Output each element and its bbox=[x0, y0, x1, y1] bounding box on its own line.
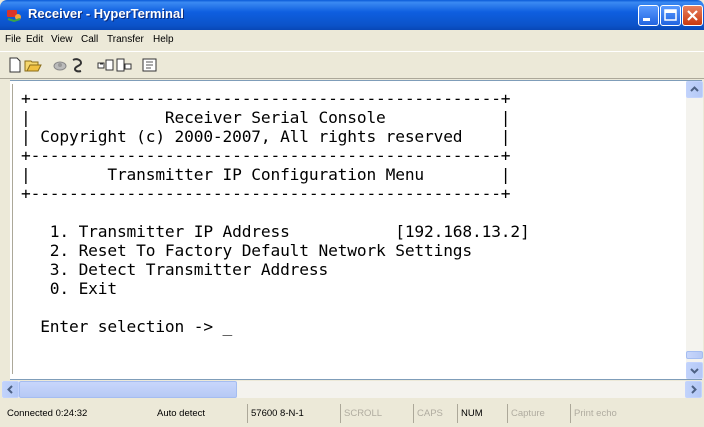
toolbar bbox=[0, 51, 704, 79]
caps-lock-indicator: CAPS bbox=[413, 404, 453, 423]
terminal-line: | Receiver Serial Console | bbox=[21, 108, 511, 127]
chevron-down-icon bbox=[690, 368, 699, 374]
minimize-icon bbox=[643, 18, 650, 21]
terminal-text: +---------------------------------------… bbox=[21, 89, 530, 336]
print-echo-indicator: Print echo bbox=[570, 404, 650, 423]
maximize-button[interactable] bbox=[660, 5, 681, 26]
terminal-line: +---------------------------------------… bbox=[21, 146, 511, 165]
minimize-button[interactable] bbox=[638, 5, 659, 26]
menu-transfer[interactable]: Transfer bbox=[107, 34, 144, 45]
hyperterminal-app-icon[interactable] bbox=[6, 7, 22, 23]
chevron-left-icon bbox=[7, 385, 13, 394]
new-connection-icon[interactable] bbox=[6, 57, 24, 73]
properties-icon[interactable] bbox=[141, 57, 159, 73]
close-icon bbox=[687, 10, 698, 21]
chevron-right-icon bbox=[691, 385, 697, 394]
terminal-line: | Copyright (c) 2000-2007, All rights re… bbox=[21, 127, 511, 146]
menu-option-detect-transmitter: 3. Detect Transmitter Address bbox=[21, 260, 329, 279]
selection-prompt: Enter selection -> _ bbox=[21, 317, 233, 336]
menu-view[interactable]: View bbox=[51, 34, 73, 45]
maximize-icon bbox=[664, 9, 677, 21]
vertical-scrollbar[interactable] bbox=[686, 81, 703, 379]
close-button[interactable] bbox=[682, 5, 703, 26]
scroll-lock-indicator: SCROLL bbox=[340, 404, 392, 423]
title-bar[interactable]: Receiver - HyperTerminal bbox=[0, 0, 704, 30]
terminal-line: | Transmitter IP Configuration Menu | bbox=[21, 165, 511, 184]
dial-icon[interactable] bbox=[69, 57, 87, 73]
terminal-screen[interactable]: +---------------------------------------… bbox=[12, 84, 683, 374]
menu-option-transmitter-ip: 1. Transmitter IP Address [192.168.13.2] bbox=[21, 222, 530, 241]
window-title: Receiver - HyperTerminal bbox=[28, 6, 184, 21]
port-settings: 57600 8-N-1 bbox=[247, 404, 337, 423]
terminal-margin bbox=[2, 80, 10, 380]
scroll-down-button[interactable] bbox=[686, 362, 703, 379]
emulation-status: Auto detect bbox=[157, 408, 206, 419]
vertical-scroll-thumb[interactable] bbox=[686, 351, 703, 359]
capture-indicator: Capture bbox=[507, 404, 567, 423]
status-bar: Connected 0:24:32 Auto detect 57600 8-N-… bbox=[0, 400, 704, 427]
scroll-right-button[interactable] bbox=[685, 381, 702, 398]
num-lock-indicator: NUM bbox=[457, 404, 505, 423]
horizontal-scroll-thumb[interactable] bbox=[19, 381, 237, 398]
terminal-line: +---------------------------------------… bbox=[21, 184, 511, 203]
disconnect-icon[interactable] bbox=[51, 57, 69, 73]
send-icon[interactable] bbox=[97, 57, 115, 73]
menu-file[interactable]: File bbox=[5, 34, 21, 45]
horizontal-scrollbar[interactable] bbox=[2, 381, 702, 398]
scroll-up-button[interactable] bbox=[686, 81, 703, 98]
receive-icon[interactable] bbox=[115, 57, 133, 73]
menu-help[interactable]: Help bbox=[153, 34, 174, 45]
terminal-line: +---------------------------------------… bbox=[21, 89, 511, 108]
menu-option-reset-defaults: 2. Reset To Factory Default Network Sett… bbox=[21, 241, 472, 260]
chevron-up-icon bbox=[690, 86, 699, 92]
open-icon[interactable] bbox=[24, 57, 42, 73]
menu-option-exit: 0. Exit bbox=[21, 279, 117, 298]
scroll-left-button[interactable] bbox=[2, 381, 19, 398]
menu-bar: File Edit View Call Transfer Help bbox=[0, 30, 704, 51]
menu-edit[interactable]: Edit bbox=[26, 34, 43, 45]
connection-time: Connected 0:24:32 bbox=[7, 408, 88, 419]
menu-call[interactable]: Call bbox=[81, 34, 98, 45]
